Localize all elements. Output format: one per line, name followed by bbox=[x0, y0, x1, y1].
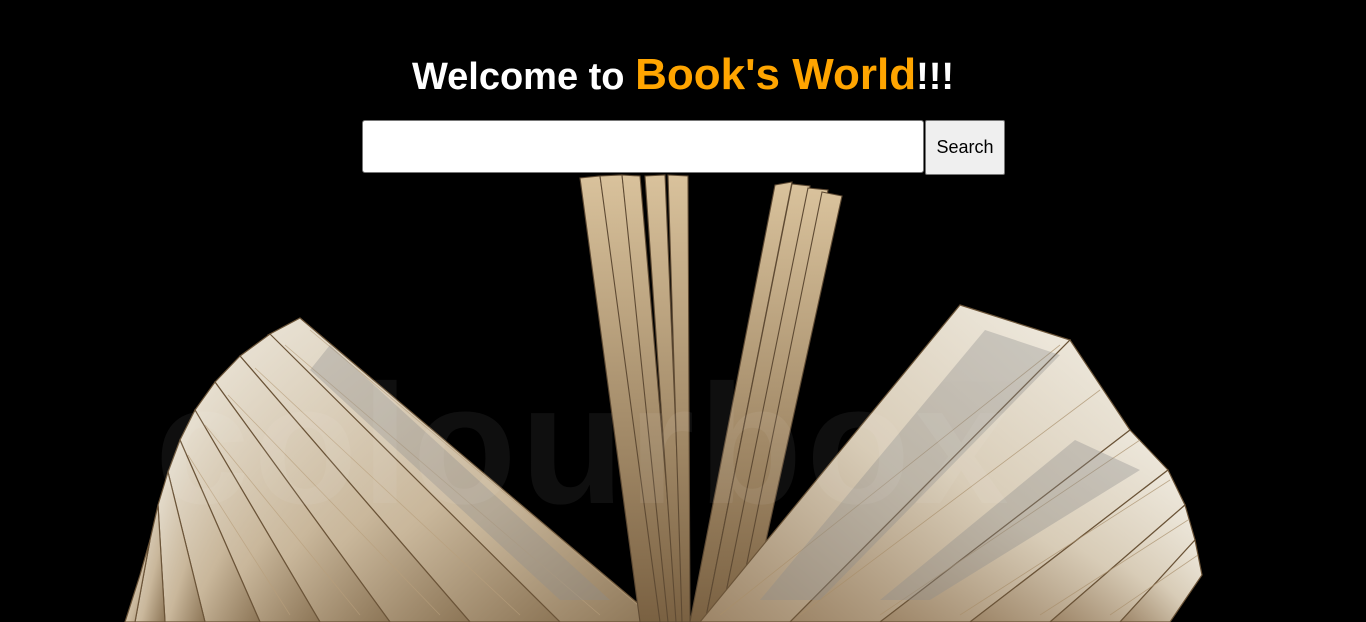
search-input[interactable] bbox=[362, 120, 924, 173]
search-button[interactable]: Search bbox=[925, 120, 1005, 175]
search-form: Search bbox=[362, 120, 1005, 175]
title-prefix: Welcome to bbox=[411, 56, 636, 98]
page-title: Welcome to Book's World!!! bbox=[0, 50, 1366, 102]
title-brand: Book's World bbox=[635, 50, 917, 99]
landing-page: colourbox Welcome to Book's World!!! Sea… bbox=[0, 0, 1366, 622]
title-suffix: !!! bbox=[916, 56, 955, 98]
watermark-text: colourbox bbox=[155, 350, 1013, 540]
